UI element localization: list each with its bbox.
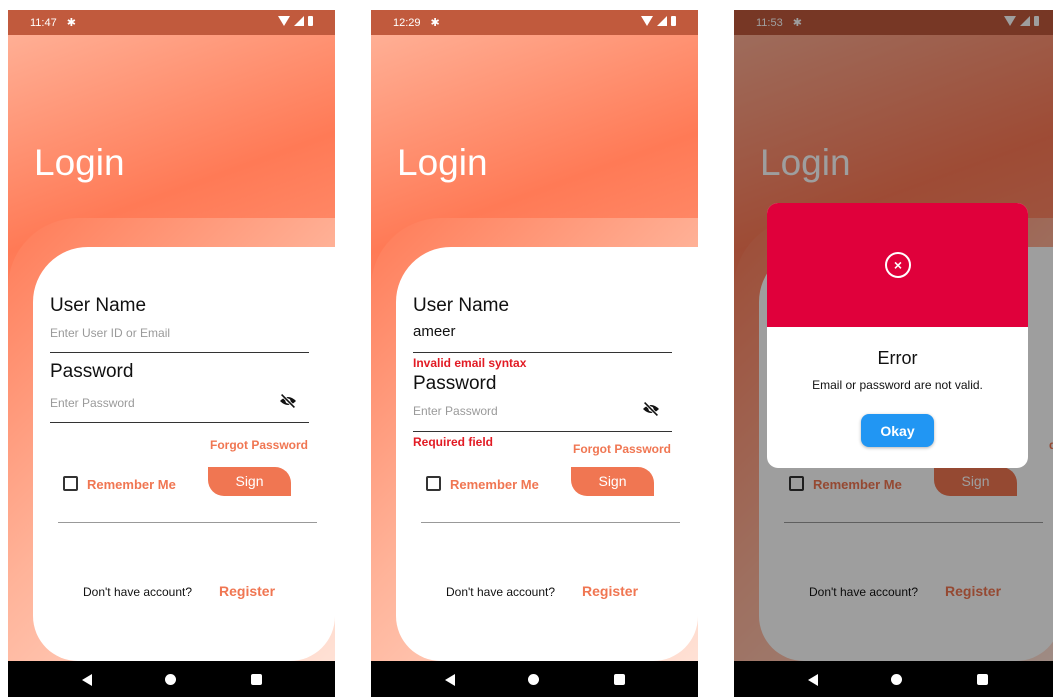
divider <box>421 522 680 523</box>
page-title: Login <box>397 142 488 183</box>
back-icon[interactable] <box>808 674 818 686</box>
status-time: 11:47 <box>30 16 57 29</box>
wifi-icon <box>278 16 290 26</box>
recent-apps-icon[interactable] <box>977 674 988 685</box>
username-error: Invalid email syntax <box>413 356 527 370</box>
home-icon[interactable] <box>165 674 176 685</box>
status-icons <box>641 16 676 26</box>
error-dialog: × Error Email or password are not valid.… <box>767 203 1028 468</box>
dialog-title: Error <box>877 348 918 368</box>
status-time: 12:29 <box>393 16 421 29</box>
back-icon[interactable] <box>445 674 455 686</box>
recent-apps-icon[interactable] <box>614 674 625 685</box>
password-underline <box>413 431 672 432</box>
username-input[interactable]: ameer <box>413 323 456 340</box>
forgot-password-link[interactable]: Forgot Password <box>210 438 308 452</box>
battery-icon <box>308 16 313 26</box>
forgot-password-link[interactable]: Forgot Password <box>573 442 671 456</box>
password-input[interactable]: Enter Password <box>50 396 135 410</box>
remember-me-checkbox[interactable] <box>63 476 78 491</box>
register-link[interactable]: Register <box>582 583 638 599</box>
username-label: User Name <box>413 295 510 316</box>
okay-button[interactable]: Okay <box>861 414 934 447</box>
username-label: User Name <box>50 295 147 316</box>
back-icon[interactable] <box>82 674 92 686</box>
recent-apps-icon[interactable] <box>251 674 262 685</box>
status-icons <box>278 16 313 26</box>
nav-bar <box>734 661 1053 697</box>
error-x-icon: × <box>885 252 911 278</box>
phone-screen-login-errors: 12:29 ✱ Login User Name ameer Invalid em… <box>371 10 698 697</box>
password-error: Required field <box>413 435 494 449</box>
status-bar: 11:47 ✱ <box>8 10 335 35</box>
status-bar: 12:29 ✱ <box>371 10 698 35</box>
password-label: Password <box>413 373 497 394</box>
remember-me-label[interactable]: Remember Me <box>450 477 539 492</box>
phone-screen-login-empty: 11:47 ✱ Login User Name Enter User ID or… <box>8 10 335 697</box>
signal-icon <box>294 16 304 26</box>
settings-gear-icon: ✱ <box>66 17 76 29</box>
remember-me-checkbox[interactable] <box>426 476 441 491</box>
home-icon[interactable] <box>891 674 902 685</box>
settings-gear-icon: ✱ <box>430 17 440 29</box>
phone-screen-error-dialog: 11:53 ✱ Login d Remember Me Sign Don't h… <box>734 10 1053 697</box>
login-card: User Name ameer Invalid email syntax Pas… <box>396 247 698 661</box>
eye-off-icon[interactable] <box>641 401 661 417</box>
divider <box>58 522 317 523</box>
battery-icon <box>671 16 676 26</box>
remember-me-label[interactable]: Remember Me <box>87 477 176 492</box>
username-input[interactable]: Enter User ID or Email <box>50 326 170 340</box>
signal-icon <box>657 16 667 26</box>
password-input[interactable]: Enter Password <box>413 404 498 418</box>
home-icon[interactable] <box>528 674 539 685</box>
login-card: User Name Enter User ID or Email Passwor… <box>33 247 335 661</box>
eye-off-icon[interactable] <box>278 393 298 409</box>
sign-button[interactable]: Sign <box>208 467 291 496</box>
password-underline <box>50 422 309 423</box>
page-title: Login <box>34 142 125 183</box>
username-underline <box>50 352 309 353</box>
register-link[interactable]: Register <box>219 583 275 599</box>
nav-bar <box>371 661 698 697</box>
dialog-header: × <box>767 203 1028 327</box>
wifi-icon <box>641 16 653 26</box>
dialog-message: Email or password are not valid. <box>812 378 983 392</box>
username-underline <box>413 352 672 353</box>
no-account-text: Don't have account? <box>446 585 556 599</box>
password-label: Password <box>50 361 134 382</box>
no-account-text: Don't have account? <box>83 585 193 599</box>
nav-bar <box>8 661 335 697</box>
sign-button[interactable]: Sign <box>571 467 654 496</box>
